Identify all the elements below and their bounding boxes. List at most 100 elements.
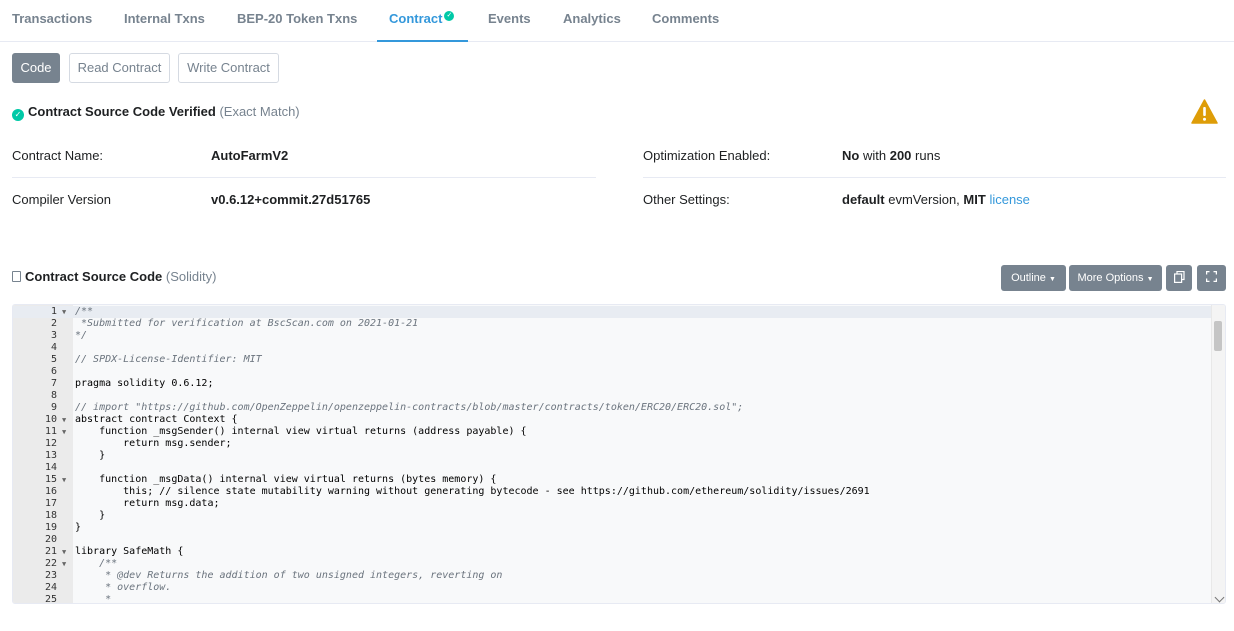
line-number: 4 — [50, 342, 57, 353]
tab-transactions[interactable]: Transactions — [12, 0, 92, 42]
code-line: 16 this; // silence state mutability war… — [13, 486, 1211, 498]
line-number: 11 — [44, 426, 57, 437]
fold-toggle-icon[interactable]: ▼ — [62, 306, 70, 318]
other-settings-value: default evmVersion, MIT license — [842, 192, 1030, 207]
verified-match: (Exact Match) — [219, 104, 300, 119]
code-text: /** — [75, 558, 118, 569]
code-line: 22 ▼ /** — [13, 558, 1211, 570]
optimization-runs: 200 — [889, 148, 912, 163]
license-link[interactable]: license — [989, 192, 1029, 207]
code-text: */ — [75, 330, 88, 341]
code-text: *Submitted for verification at BscScan.c… — [75, 318, 419, 329]
code-line: 13 } — [13, 450, 1211, 462]
settings-default: default — [842, 192, 885, 207]
more-options-button[interactable]: More Options ▼ — [1069, 265, 1162, 291]
code-line: 1 ▼ /** — [13, 306, 1211, 318]
code-text: // import "https://github.com/OpenZeppel… — [75, 402, 744, 413]
line-number: 5 — [50, 354, 57, 365]
code-text: this; // silence state mutability warnin… — [75, 486, 870, 497]
line-number: 20 — [44, 534, 57, 545]
tab-contract[interactable]: Contract ✓ — [377, 0, 468, 42]
code-line: 10 ▼ abstract contract Context { — [13, 414, 1211, 426]
code-text: pragma solidity 0.6.12; — [75, 378, 214, 389]
editor-scrollbar[interactable] — [1211, 305, 1225, 603]
divider — [12, 177, 596, 178]
fold-toggle-icon[interactable]: ▼ — [62, 414, 70, 426]
contract-name-label: Contract Name: — [12, 148, 104, 163]
code-text: // SPDX-License-Identifier: MIT — [75, 354, 262, 365]
outline-button[interactable]: Outline ▼ — [1001, 265, 1066, 291]
code-text: return msg.sender; — [75, 438, 232, 449]
source-code-title: Contract Source Code (Solidity) — [12, 269, 216, 284]
code-line: 3 */ — [13, 330, 1211, 342]
line-number: 8 — [50, 390, 57, 401]
fold-toggle-icon[interactable]: ▼ — [62, 474, 70, 486]
line-number: 19 — [44, 522, 57, 533]
line-number: 25 — [44, 594, 57, 604]
tab-bep20-token-txns[interactable]: BEP-20 Token Txns — [237, 0, 357, 42]
copy-button[interactable] — [1166, 265, 1192, 291]
write-contract-button[interactable]: Write Contract — [178, 53, 279, 83]
code-line: 17 return msg.data; — [13, 498, 1211, 510]
source-title: Contract Source Code — [25, 269, 163, 284]
tab-events[interactable]: Events — [488, 0, 531, 42]
line-number: 9 — [50, 402, 57, 413]
copy-icon — [1173, 270, 1185, 283]
code-line: 25 * — [13, 594, 1211, 604]
scrollbar-thumb[interactable] — [1214, 321, 1222, 351]
fold-toggle-icon[interactable]: ▼ — [62, 426, 70, 438]
line-number: 12 — [44, 438, 57, 449]
optimization-runs-suffix: runs — [915, 148, 941, 163]
code-line: 5 // SPDX-License-Identifier: MIT — [13, 354, 1211, 366]
line-number: 2 — [50, 318, 57, 329]
code-line: 9 // import "https://github.com/OpenZeppe… — [13, 402, 1211, 414]
tab-internal-txns[interactable]: Internal Txns — [124, 0, 205, 42]
contract-name: AutoFarmV2 — [211, 148, 289, 163]
optimization-enabled: No — [842, 148, 860, 163]
code-line: 12 return msg.sender; — [13, 438, 1211, 450]
line-number: 3 — [50, 330, 57, 341]
verified-status: ✓ Contract Source Code Verified (Exact Ma… — [12, 104, 300, 121]
compiler-version: v0.6.12+commit.27d51765 — [211, 192, 371, 207]
line-number: 24 — [44, 582, 57, 593]
code-lines: 1 ▼ /** 2 *Submitted for verification at Bs… — [13, 306, 1211, 604]
line-number: 6 — [50, 366, 57, 377]
line-number: 17 — [44, 498, 57, 509]
code-line: 23 * @dev Returns the addition of two un… — [13, 570, 1211, 582]
tab-analytics[interactable]: Analytics — [563, 0, 621, 42]
tab-bar: Transactions Internal Txns BEP-20 Token … — [0, 0, 1234, 42]
line-number: 10 — [44, 414, 57, 425]
line-number: 21 — [44, 546, 57, 557]
code-text: * — [75, 594, 112, 604]
line-number: 14 — [44, 462, 57, 473]
code-editor[interactable]: 1 ▼ /** 2 *Submitted for verification at Bs… — [12, 304, 1226, 604]
code-line: 11 ▼ function _msgSender() internal view … — [13, 426, 1211, 438]
optimization-with: with — [862, 148, 887, 163]
compiler-value: v0.6.12+commit.27d51765 — [211, 192, 370, 207]
warning-icon[interactable] — [1191, 99, 1218, 124]
line-number: 1 — [50, 306, 57, 317]
code-line: 18 } — [13, 510, 1211, 522]
line-number: 18 — [44, 510, 57, 521]
code-line: 7 pragma solidity 0.6.12; — [13, 378, 1211, 390]
code-line: 15 ▼ function _msgData() internal view vi… — [13, 474, 1211, 486]
verified-check-icon: ✓ — [444, 11, 455, 21]
code-text: return msg.data; — [75, 498, 220, 509]
chevron-down-icon: ▼ — [1146, 276, 1154, 283]
code-line: 2 *Submitted for verification at BscScan… — [13, 318, 1211, 330]
code-text: function _msgData() internal view virtua… — [75, 474, 497, 485]
line-number: 23 — [44, 570, 57, 581]
tab-comments[interactable]: Comments — [652, 0, 719, 42]
fullscreen-button[interactable] — [1197, 265, 1226, 291]
outline-label: Outline — [1011, 272, 1046, 284]
read-contract-button[interactable]: Read Contract — [69, 53, 170, 83]
code-line: 6 — [13, 366, 1211, 378]
code-text: function _msgSender() internal view virt… — [75, 426, 527, 437]
verified-title: Contract Source Code Verified — [28, 104, 216, 119]
line-number: 15 — [44, 474, 57, 485]
code-button[interactable]: Code — [12, 53, 60, 83]
code-text: } — [75, 522, 82, 533]
fold-toggle-icon[interactable]: ▼ — [62, 558, 70, 570]
fold-toggle-icon[interactable]: ▼ — [62, 546, 70, 558]
chevron-down-icon: ▼ — [1048, 276, 1056, 283]
